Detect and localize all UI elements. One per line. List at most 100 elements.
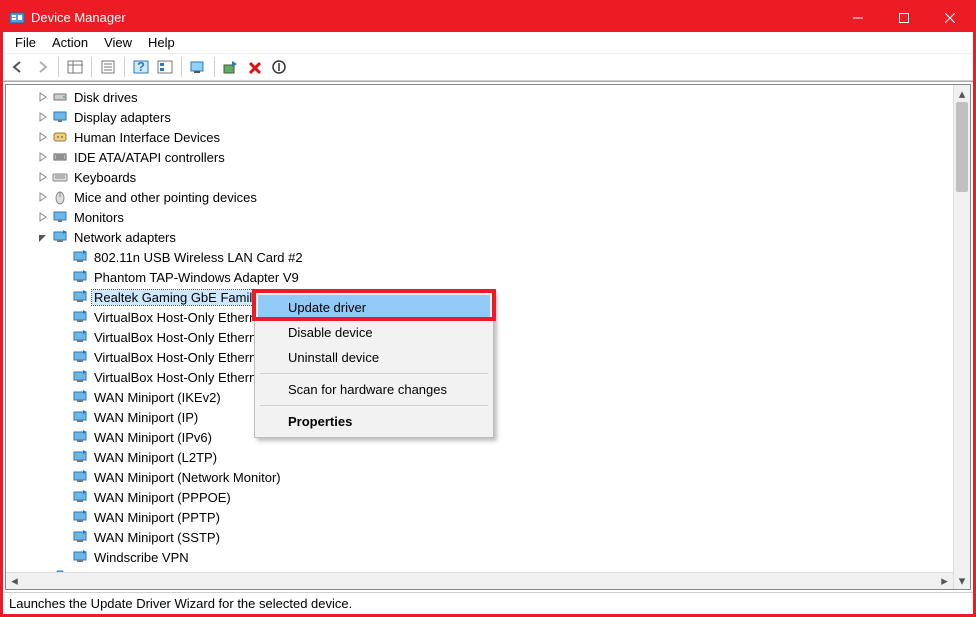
context-menu-item[interactable]: Properties [258,409,490,434]
menu-file[interactable]: File [7,33,44,52]
tree-device[interactable]: 802.11n USB Wireless LAN Card #2 [6,247,970,267]
expand-icon[interactable] [36,90,50,104]
scroll-up-icon[interactable]: ▴ [954,85,970,102]
context-menu-item[interactable]: Update driver [258,295,490,320]
uninstall-button[interactable] [244,56,266,78]
scroll-left-icon[interactable]: ◂ [6,573,23,589]
forward-button[interactable] [31,56,53,78]
disable-button[interactable] [268,56,290,78]
scan-hardware-button[interactable] [187,56,209,78]
minimize-button[interactable] [835,3,881,32]
monitor-icon [52,209,68,225]
menu-action[interactable]: Action [44,33,96,52]
toolbar-separator [124,57,125,77]
expand-icon[interactable] [36,150,50,164]
tree-device[interactable]: Windscribe VPN [6,547,970,567]
net-icon [72,529,88,545]
net-icon [52,229,68,245]
expand-icon[interactable] [36,210,50,224]
toolbar-separator [181,57,182,77]
properties-button[interactable] [97,56,119,78]
expand-icon[interactable] [36,190,50,204]
tree-category[interactable]: IDE ATA/ATAPI controllers [6,147,970,167]
expand-icon[interactable] [36,170,50,184]
expander-placeholder [56,470,70,484]
update-driver-button[interactable] [220,56,242,78]
context-menu-item[interactable]: Scan for hardware changes [258,377,490,402]
tree-category[interactable]: Keyboards [6,167,970,187]
maximize-button[interactable] [881,3,927,32]
net-icon [72,489,88,505]
tree-category[interactable]: Display adapters [6,107,970,127]
device-manager-window: Device Manager File Action View Help ? D… [0,0,976,617]
tree-item-label: IDE ATA/ATAPI controllers [72,150,227,165]
tree-category[interactable]: Monitors [6,207,970,227]
tree-item-label: VirtualBox Host-Only Ethern [92,350,258,365]
scroll-down-icon[interactable]: ▾ [954,572,970,589]
mouse-icon [52,189,68,205]
net-icon [72,449,88,465]
context-menu: Update driver Disable device Uninstall dev… [254,291,494,438]
tree-device[interactable]: WAN Miniport (Network Monitor) [6,467,970,487]
expander-placeholder [56,370,70,384]
expand-icon[interactable] [36,130,50,144]
tree-item-label: WAN Miniport (PPPOE) [92,490,233,505]
window-title: Device Manager [31,10,835,25]
tree-device[interactable]: WAN Miniport (PPTP) [6,507,970,527]
tree-category[interactable]: Mice and other pointing devices [6,187,970,207]
expander-placeholder [56,510,70,524]
context-menu-label: Uninstall device [288,350,379,365]
tree-device[interactable]: WAN Miniport (PPPOE) [6,487,970,507]
tree-device[interactable]: WAN Miniport (L2TP) [6,447,970,467]
expand-icon[interactable] [36,110,50,124]
tree-item-label: WAN Miniport (PPTP) [92,510,222,525]
ide-icon [52,149,68,165]
hid-icon [52,129,68,145]
tree-item-label: WAN Miniport (IP) [92,410,200,425]
tree-item-label: WAN Miniport (IPv6) [92,430,214,445]
context-menu-separator [260,373,488,374]
help-button[interactable]: ? [130,56,152,78]
scrollbar-thumb[interactable] [956,102,968,192]
back-button[interactable] [7,56,29,78]
vertical-scrollbar[interactable]: ▴ ▾ [953,85,970,589]
toolbar-separator [214,57,215,77]
expander-placeholder [56,250,70,264]
device-tree[interactable]: Disk drives Display adapters Human Interfa… [5,84,971,590]
context-menu-label: Update driver [288,300,366,315]
tree-item-label: Windscribe VPN [92,550,191,565]
status-text: Launches the Update Driver Wizard for th… [9,596,352,611]
content-area: Disk drives Display adapters Human Interfa… [3,81,973,592]
expander-placeholder [56,530,70,544]
titlebar[interactable]: Device Manager [3,3,973,32]
scroll-right-icon[interactable]: ▸ [936,573,953,589]
tree-category[interactable]: Disk drives [6,87,970,107]
tree-category[interactable]: Network adapters [6,227,970,247]
horizontal-scrollbar[interactable]: ◂ ▸ [6,572,953,589]
net-icon [72,509,88,525]
close-button[interactable] [927,3,973,32]
context-menu-item[interactable]: Uninstall device [258,345,490,370]
menubar: File Action View Help [3,32,973,54]
collapse-icon[interactable] [36,230,50,244]
menu-view[interactable]: View [96,33,140,52]
tree-item-label: Display adapters [72,110,173,125]
show-hide-tree-button[interactable] [64,56,86,78]
expander-placeholder [56,430,70,444]
drive-icon [52,89,68,105]
action-button[interactable] [154,56,176,78]
tree-item-label: VirtualBox Host-Only Ethern [92,370,258,385]
expander-placeholder [56,290,70,304]
context-menu-item[interactable]: Disable device [258,320,490,345]
tree-device[interactable]: Phantom TAP-Windows Adapter V9 [6,267,970,287]
context-menu-separator [260,405,488,406]
tree-item-label: Phantom TAP-Windows Adapter V9 [92,270,301,285]
tree-device[interactable]: WAN Miniport (SSTP) [6,527,970,547]
context-menu-label: Scan for hardware changes [288,382,447,397]
tree-category[interactable]: Human Interface Devices [6,127,970,147]
toolbar: ? [3,54,973,81]
tree-item-label: Network adapters [72,230,178,245]
menu-help[interactable]: Help [140,33,183,52]
net-icon [72,469,88,485]
expander-placeholder [56,490,70,504]
